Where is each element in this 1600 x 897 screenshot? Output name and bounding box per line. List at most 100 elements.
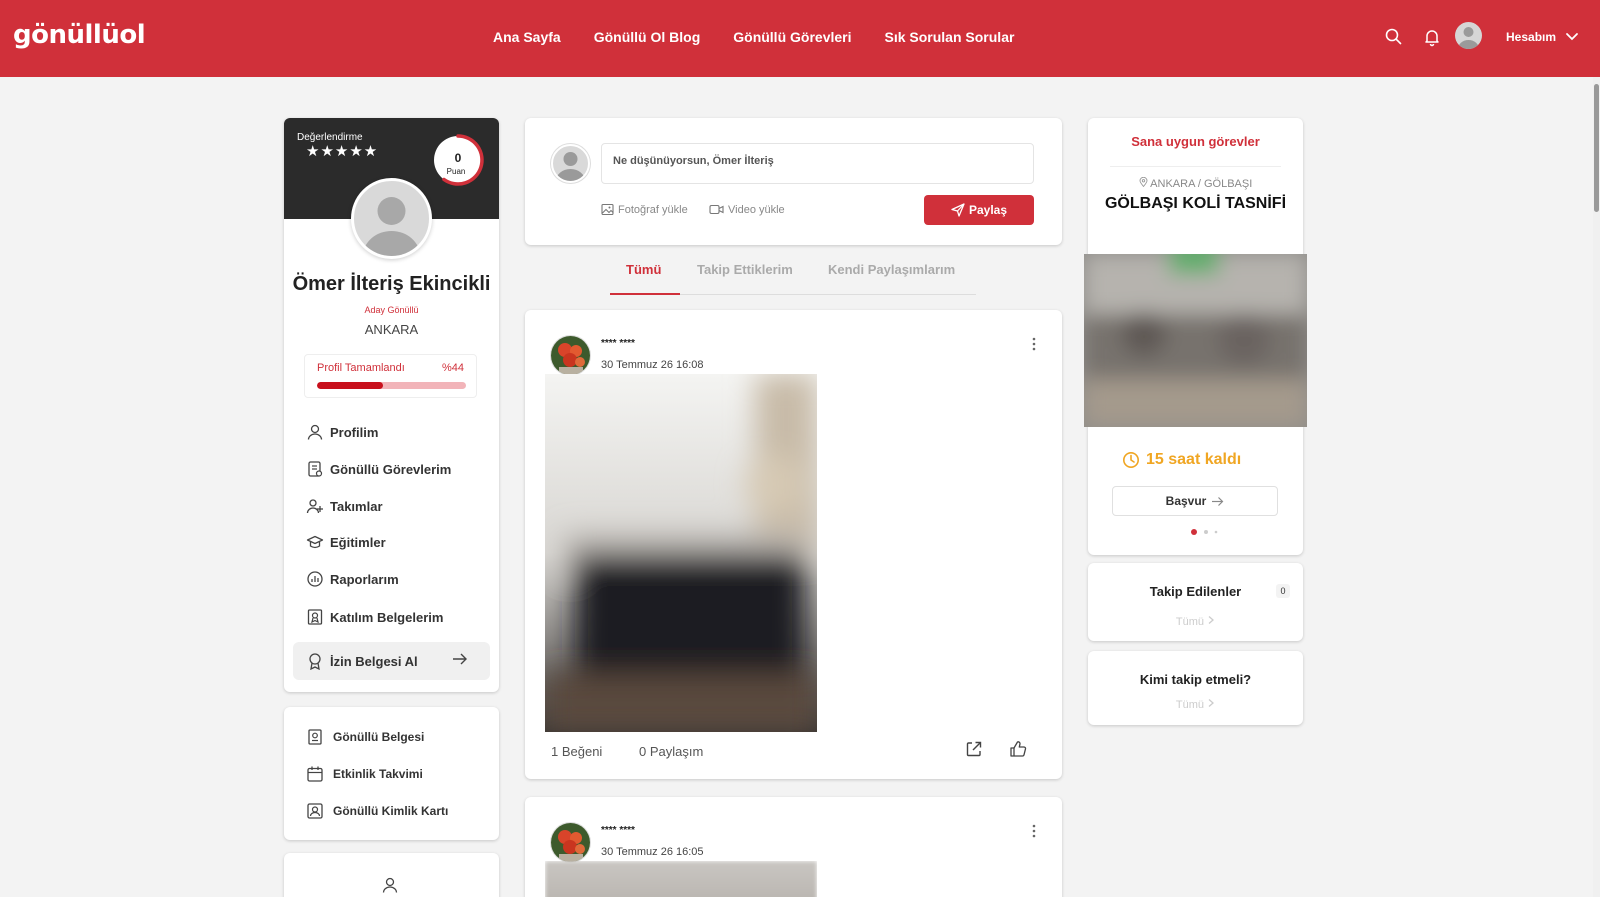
tab-own-posts[interactable]: Kendi Paylaşımlarım	[828, 262, 955, 277]
completion-label: Profil Tamamlandı	[317, 362, 405, 374]
menu-participation-certificates[interactable]: Katılım Belgelerim	[306, 605, 443, 629]
task-image[interactable]	[1084, 254, 1307, 427]
flower-avatar-image	[551, 823, 590, 862]
user-silhouette-icon	[1458, 27, 1479, 49]
profile-name: Ömer İlteriş Ekincikli	[292, 273, 491, 295]
feed-post: **** **** 30 Temmuz 26 16:08 1 Beğeni 0 …	[525, 310, 1062, 779]
post-share-count[interactable]: 0 Paylaşım	[639, 744, 703, 759]
composer-avatar	[551, 144, 590, 183]
feed-tabs: Tümü Takip Ettiklerim Kendi Paylaşımları…	[610, 262, 976, 295]
menu-profile[interactable]: Profilim	[306, 420, 378, 444]
following-title: Takip Edilenler	[1149, 584, 1242, 599]
main-nav: Ana Sayfa Gönüllü Ol Blog Gönüllü Görevl…	[493, 29, 1047, 45]
menu-label: Takımlar	[330, 498, 383, 514]
top-navbar: gönüllüol Ana Sayfa Gönüllü Ol Blog Gönü…	[0, 0, 1600, 77]
more-options-icon[interactable]	[1031, 336, 1037, 352]
suggested-title: Sana uygun görevler	[1131, 134, 1260, 149]
tab-all[interactable]: Tümü	[626, 262, 661, 277]
bell-icon[interactable]	[1422, 27, 1442, 47]
secondary-menu-card: Gönüllü Belgesi Etkinlik Takvimi Gönüllü…	[284, 707, 499, 840]
menu-volunteer-id-card[interactable]: Gönüllü Kimlik Kartı	[306, 802, 448, 820]
arrow-right-icon[interactable]	[452, 652, 468, 666]
menu-my-tasks[interactable]: Gönüllü Görevlerim	[306, 457, 451, 481]
document-icon	[308, 729, 322, 745]
upload-video-button[interactable]: Video yükle	[709, 203, 785, 216]
post-image[interactable]	[545, 374, 817, 732]
menu-label: Gönüllü Kimlik Kartı	[333, 804, 449, 818]
following-view-all[interactable]: Tümü	[1088, 615, 1303, 628]
menu-volunteer-certificate[interactable]: Gönüllü Belgesi	[306, 728, 424, 746]
image-icon	[601, 203, 614, 216]
completion-bar	[317, 382, 466, 389]
completion-bar-fill	[317, 382, 383, 389]
who-to-follow-view-all[interactable]: Tümü	[1088, 698, 1303, 711]
active-tab-indicator	[610, 293, 680, 295]
following-count-badge: 0	[1276, 584, 1290, 598]
menu-label: İzin Belgesi Al	[330, 653, 418, 669]
rating-stars: ★★★★★	[306, 143, 379, 160]
search-icon[interactable]	[1384, 27, 1404, 47]
post-like-count[interactable]: 1 Beğeni	[551, 744, 602, 759]
nav-tasks[interactable]: Gönüllü Görevleri	[733, 29, 851, 45]
post-image[interactable]	[545, 861, 817, 897]
time-left: 15 saat kaldı	[1122, 451, 1241, 469]
account-menu-label[interactable]: Hesabım	[1506, 30, 1556, 44]
nav-faq[interactable]: Sık Sorulan Sorular	[885, 29, 1015, 45]
who-to-follow-card: Kimi takip etmeli? Tümü	[1088, 651, 1303, 725]
menu-teams[interactable]: Takımlar	[306, 494, 383, 518]
scrollbar-thumb[interactable]	[1594, 84, 1599, 212]
team-icon	[306, 499, 323, 514]
profile-completion: Profil Tamamlandı %44	[304, 354, 477, 398]
arrow-right-icon	[1212, 496, 1224, 506]
share-button[interactable]: Paylaş	[924, 195, 1034, 225]
site-logo[interactable]: gönüllüol	[13, 20, 146, 50]
menu-event-calendar[interactable]: Etkinlik Takvimi	[306, 765, 423, 783]
external-share-icon[interactable]	[965, 740, 983, 758]
menu-reports[interactable]: Raporlarım	[306, 567, 399, 591]
badge-icon	[309, 653, 321, 670]
tab-following[interactable]: Takip Ettiklerim	[697, 262, 793, 277]
suggested-tasks-card: Sana uygun görevler ANKARA / GÖLBAŞI GÖL…	[1084, 118, 1307, 555]
flower-avatar-image	[551, 336, 590, 375]
user-icon	[382, 877, 398, 893]
apply-button[interactable]: Başvur	[1112, 486, 1278, 516]
menu-label: Etkinlik Takvimi	[333, 767, 423, 781]
menu-get-permission[interactable]: İzin Belgesi Al	[306, 649, 418, 673]
profile-avatar[interactable]	[351, 178, 432, 259]
post-author-avatar[interactable]	[551, 823, 590, 862]
post-author-name[interactable]: **** ****	[601, 825, 635, 836]
task-title[interactable]: GÖLBAŞI KOLİ TASNİFİ	[1088, 195, 1303, 213]
menu-label: Gönüllü Belgesi	[333, 730, 425, 744]
apply-label: Başvur	[1165, 494, 1207, 508]
menu-label: Raporlarım	[330, 571, 399, 587]
upload-photo-button[interactable]: Fotoğraf yükle	[601, 203, 688, 216]
video-icon	[709, 204, 724, 215]
tasks-icon	[308, 461, 323, 477]
chevron-down-icon[interactable]	[1565, 30, 1579, 44]
chevron-right-icon	[1208, 616, 1215, 624]
nav-blog[interactable]: Gönüllü Ol Blog	[594, 29, 701, 45]
send-icon	[951, 203, 965, 217]
view-all-label: Tümü	[1175, 699, 1205, 711]
post-composer: Ne düşünüyorsun, Ömer İlteriş Fotoğraf y…	[525, 118, 1062, 245]
completion-value: %44	[441, 362, 464, 374]
carousel-dots[interactable]	[1190, 528, 1220, 536]
menu-trainings[interactable]: Eğitimler	[306, 530, 386, 554]
points-label: Puan	[447, 167, 466, 176]
menu-label: Eğitimler	[330, 534, 386, 550]
account-avatar[interactable]	[1455, 22, 1482, 49]
menu-label: Katılım Belgelerim	[330, 609, 444, 625]
profile-card: Değerlendirme ★★★★★ 0 Puan Ömer İlteriş …	[284, 118, 499, 692]
location-pin-icon	[1139, 176, 1148, 188]
post-author-name[interactable]: **** ****	[601, 338, 635, 349]
following-card: Takip Edilenler 0 Tümü	[1088, 563, 1303, 641]
more-options-icon[interactable]	[1031, 823, 1037, 839]
blurred-photo	[545, 374, 817, 732]
like-thumb-icon[interactable]	[1009, 740, 1027, 758]
divider	[1110, 166, 1281, 167]
nav-home[interactable]: Ana Sayfa	[493, 29, 561, 45]
post-input[interactable]: Ne düşünüyorsun, Ömer İlteriş	[601, 143, 1034, 184]
post-date: 30 Temmuz 26 16:08	[601, 359, 704, 371]
post-author-avatar[interactable]	[551, 336, 590, 375]
view-all-label: Tümü	[1175, 616, 1205, 628]
